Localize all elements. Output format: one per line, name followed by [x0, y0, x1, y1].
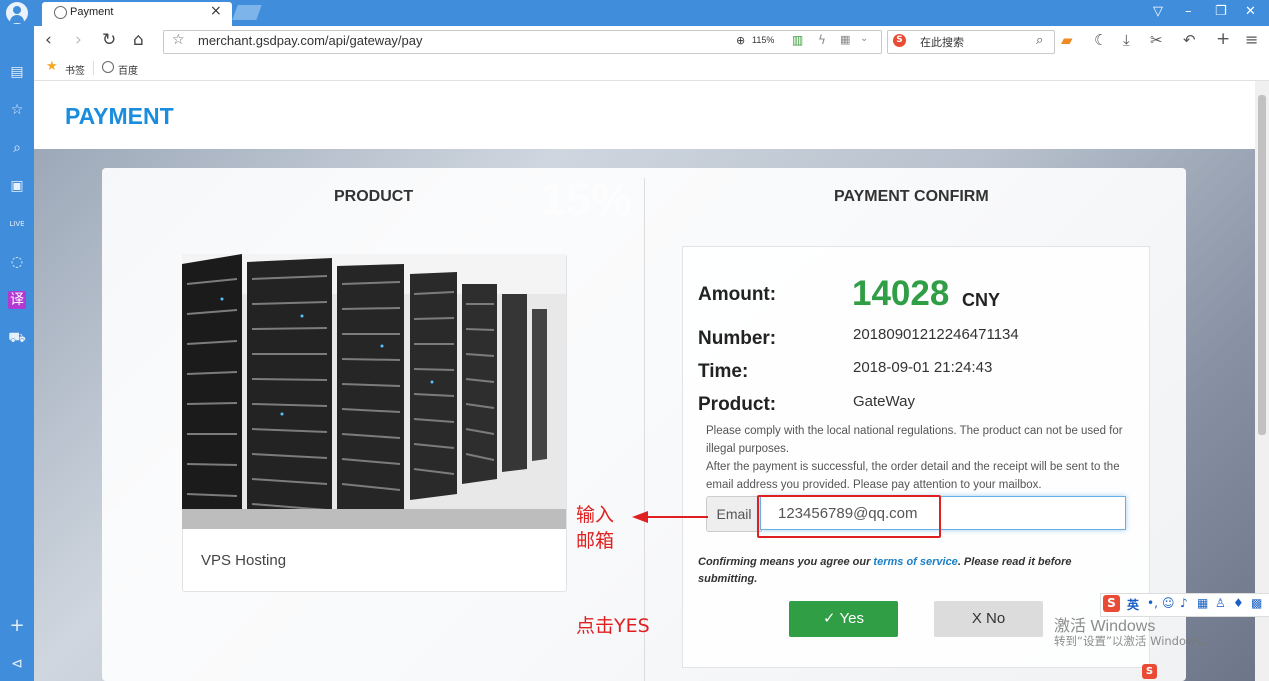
skin-icon[interactable]: ▽: [1153, 4, 1163, 19]
zoom-level[interactable]: 115%: [752, 35, 774, 45]
page-title: PAYMENT: [65, 103, 174, 129]
video-icon[interactable]: ▣: [8, 177, 26, 195]
ime-mode[interactable]: 英: [1127, 596, 1139, 613]
game-icon[interactable]: ▰: [1061, 31, 1073, 49]
sidebar-add-icon[interactable]: +: [8, 617, 26, 635]
annotation-arrow-icon: [632, 511, 708, 523]
amount-value: 14028: [852, 274, 950, 313]
time-label: Time:: [698, 361, 749, 382]
product-label: Product:: [698, 394, 777, 415]
tab-globe-icon: [54, 6, 67, 19]
bookmark-item[interactable]: 书签: [65, 62, 85, 77]
globe-icon: [102, 61, 114, 73]
background-watermark: 15%: [540, 173, 633, 225]
news-icon[interactable]: ▤: [8, 63, 26, 81]
add-icon[interactable]: +: [1216, 29, 1230, 49]
yes-button[interactable]: ✓ Yes: [789, 601, 898, 637]
forward-icon[interactable]: ›: [75, 30, 82, 50]
toolbox-icon[interactable]: ▩: [1251, 596, 1262, 610]
home-icon[interactable]: ⌂: [133, 30, 144, 50]
bookmarks-bar: [34, 56, 1269, 81]
bookmark-item[interactable]: 百度: [118, 62, 138, 77]
skin-shirt-icon[interactable]: ♦: [1233, 596, 1244, 610]
search-box[interactable]: [887, 30, 1055, 54]
punctuation-icon[interactable]: •,: [1147, 596, 1158, 610]
search-placeholder[interactable]: 在此搜索: [920, 34, 964, 50]
minimize-icon[interactable]: –: [1185, 4, 1192, 19]
order-number: 20180901212246471134: [853, 326, 1019, 343]
qrcode-icon[interactable]: ▦: [840, 33, 850, 46]
tab-close-icon[interactable]: ×: [210, 3, 222, 19]
product-heading: PRODUCT: [334, 188, 414, 205]
menu-icon[interactable]: ≡: [1245, 30, 1258, 49]
undo-icon[interactable]: ↶: [1183, 31, 1196, 49]
sogou-search-icon[interactable]: S: [893, 34, 906, 47]
live-icon[interactable]: LIVE: [8, 215, 26, 233]
sidebar-collapse-icon[interactable]: ⊲: [8, 655, 26, 673]
tab-title: Payment: [70, 6, 114, 18]
search-icon[interactable]: ⌕: [1036, 33, 1043, 48]
receipt-notice: After the payment is successful, the ord…: [706, 461, 1120, 491]
url-text[interactable]: merchant.gsdpay.com/api/gateway/pay: [198, 33, 423, 48]
download-icon[interactable]: ⤓: [1123, 31, 1130, 49]
reload-icon[interactable]: ↻: [102, 30, 116, 50]
close-window-icon[interactable]: ✕: [1245, 4, 1256, 19]
zoom-icon[interactable]: ⊕: [736, 34, 745, 47]
amount-label: Amount:: [698, 284, 777, 305]
browser-sidebar: [0, 26, 34, 681]
terms-notice: Confirming means you agree our terms of …: [698, 554, 1128, 588]
email-label: Email: [706, 496, 762, 532]
screenshot-icon[interactable]: ✂: [1150, 31, 1163, 49]
windows-activation-hint: 转到“设置”以激活 Windows。: [1054, 634, 1213, 648]
annotation-enter-email-1: 输入: [576, 504, 615, 526]
sidebar-search-icon[interactable]: ⌕: [8, 139, 26, 157]
star-icon: ★: [46, 59, 58, 74]
emoji-icon[interactable]: ☺: [1162, 596, 1175, 610]
bookmark-star-icon[interactable]: ☆: [172, 32, 185, 48]
product-name: VPS Hosting: [201, 552, 287, 569]
reader-mode-icon[interactable]: ▥: [792, 33, 803, 47]
lightning-icon[interactable]: ϟ: [818, 33, 826, 47]
translate-icon[interactable]: 译: [8, 291, 26, 309]
annotation-highlight-box: [757, 495, 941, 538]
terms-prefix: Confirming means you agree our: [698, 556, 874, 568]
user-icon[interactable]: ♙: [1215, 596, 1226, 610]
confirm-heading: PAYMENT CONFIRM: [834, 188, 989, 205]
annotation-enter-email-2: 邮箱: [576, 530, 615, 552]
night-mode-icon[interactable]: ☾: [1094, 31, 1107, 49]
chevron-down-icon[interactable]: ⌄: [860, 33, 868, 44]
sogou-tray-icon[interactable]: S: [1142, 664, 1157, 679]
sogou-ime-icon[interactable]: S: [1103, 595, 1120, 612]
keyboard-icon[interactable]: ▦: [1197, 596, 1208, 610]
annotation-click-yes: 点击YES: [576, 615, 650, 637]
product-value: GateWay: [853, 393, 915, 410]
user-avatar-icon[interactable]: [6, 2, 28, 24]
regulation-notice: Please comply with the local national re…: [706, 425, 1123, 455]
cart-icon[interactable]: ⛟: [8, 329, 26, 347]
favorites-icon[interactable]: ☆: [8, 101, 26, 119]
back-icon[interactable]: ‹: [45, 30, 52, 50]
maximize-icon[interactable]: ❐: [1215, 4, 1227, 19]
terms-link[interactable]: terms of service: [873, 556, 957, 568]
no-button[interactable]: X No: [934, 601, 1043, 637]
scrollbar-thumb[interactable]: [1258, 95, 1266, 435]
amount-currency: CNY: [962, 290, 1001, 310]
column-divider: [644, 178, 645, 681]
order-time: 2018-09-01 21:24:43: [853, 359, 993, 376]
number-label: Number:: [698, 328, 777, 349]
bookmark-divider: [93, 61, 94, 75]
chat-icon[interactable]: ◌: [8, 253, 26, 271]
voice-icon[interactable]: ♪: [1180, 596, 1188, 610]
server-rack-image: [182, 254, 566, 529]
